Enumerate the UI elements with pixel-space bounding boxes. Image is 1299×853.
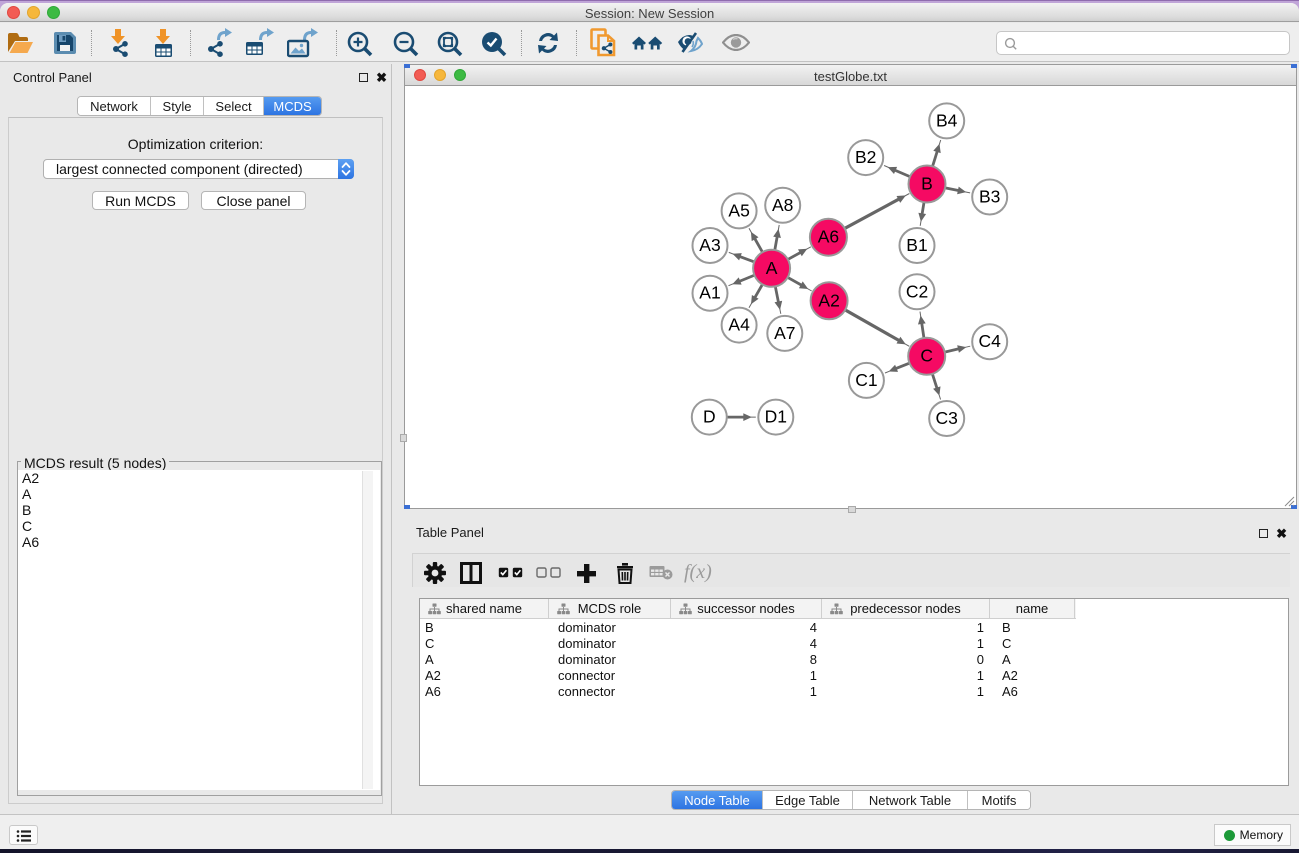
svg-text:B2: B2 — [855, 147, 876, 167]
svg-text:A5: A5 — [728, 200, 749, 220]
svg-text:A4: A4 — [728, 315, 750, 335]
svg-text:A2: A2 — [818, 290, 839, 310]
svg-text:D1: D1 — [765, 407, 787, 427]
svg-text:C1: C1 — [855, 370, 877, 390]
svg-text:A6: A6 — [818, 227, 839, 247]
svg-text:D: D — [703, 407, 716, 427]
svg-text:B: B — [921, 174, 933, 194]
svg-text:C4: C4 — [979, 331, 1002, 351]
svg-text:B3: B3 — [979, 187, 1000, 207]
svg-text:A1: A1 — [699, 283, 720, 303]
svg-text:C3: C3 — [936, 408, 958, 428]
svg-text:B4: B4 — [936, 110, 958, 130]
svg-text:C: C — [920, 346, 933, 366]
svg-text:A7: A7 — [774, 323, 795, 343]
svg-text:A8: A8 — [772, 195, 793, 215]
svg-text:A3: A3 — [699, 235, 720, 255]
svg-text:C2: C2 — [906, 281, 928, 301]
svg-text:B1: B1 — [906, 235, 927, 255]
svg-text:A: A — [766, 258, 778, 278]
